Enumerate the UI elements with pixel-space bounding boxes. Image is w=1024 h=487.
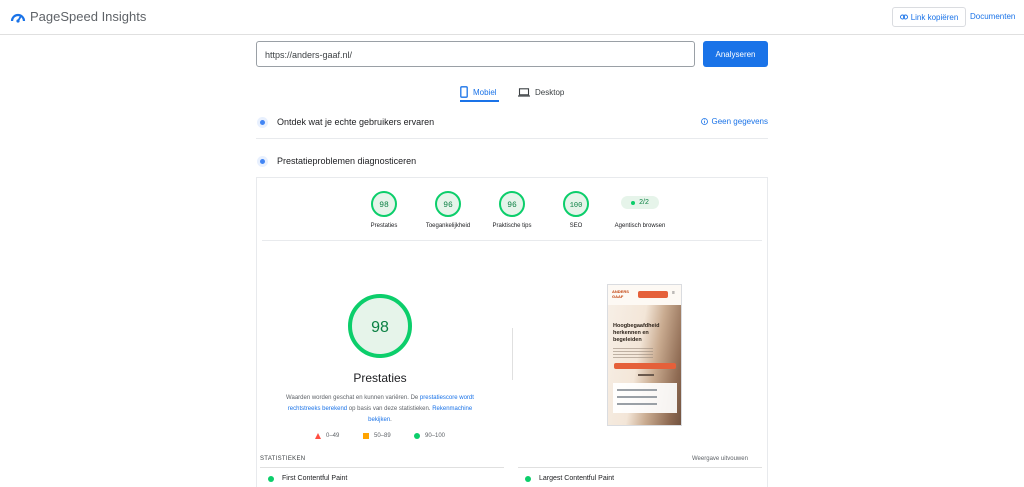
users-icon [257,116,268,128]
pagespeed-logo-icon [10,13,26,23]
desc-text: Waarden worden geschat en kunnen variëre… [286,395,420,401]
diagnose-icon [257,155,268,167]
pass-circle-icon [268,475,274,482]
metric-fcp: First Contentful Paint [268,475,347,482]
screenshot-text-lines [613,348,653,358]
score-ring: 96 [499,191,525,217]
category-label: Agentisch browsen [614,223,666,229]
card-line [617,396,657,398]
performance-title: Prestaties [353,371,407,385]
score-ring: 96 [435,191,461,217]
divider [262,240,762,241]
stats-heading: STATISTIEKEN [260,456,306,462]
metric-lcp: Largest Contentful Paint [525,475,614,482]
desc-text: op basis van deze statistieken. [347,406,433,412]
screenshot-link [638,374,654,376]
score-ring: 100 [563,191,589,217]
active-tab-indicator [460,100,499,102]
screenshot-button [614,363,676,369]
legend-pass: 90–100 [414,433,445,439]
site-cta-icon [638,291,668,298]
average-square-icon [363,433,369,439]
field-data-section: Ontdek wat je echte gebruikers ervaren G… [256,112,768,132]
copy-link-label: Link kopiëren [910,12,959,22]
metric-label: Largest Contentful Paint [539,475,615,482]
pass-circle-icon [414,433,420,439]
divider [518,467,762,468]
expand-view-button[interactable]: Weergave uitvouwen [692,456,748,462]
no-data-label: Geen gegevens [711,117,769,126]
laptop-icon [518,87,530,97]
score-ring: 98 [371,191,397,217]
lab-data-title: Prestatieproblemen diagnosticeren [277,156,417,166]
card-line [617,389,657,391]
screenshot-headline: Hoogbegaafdheid herkennen en begeleiden [613,323,660,343]
no-data-status: Geen gegevens [700,117,769,126]
performance-score: 98 [371,319,389,336]
url-input[interactable]: https://anders-gaaf.nl/ [256,41,695,67]
divider [260,467,504,468]
tab-desktop-label: Desktop [535,87,565,97]
legend-range: 90–100 [425,433,446,439]
tab-desktop[interactable]: Desktop [518,82,564,102]
agentic-score: 2/2 [639,199,649,206]
divider [256,138,768,139]
tab-mobile[interactable]: Mobiel [460,82,497,102]
performance-description: Waarden worden geschat en kunnen variëre… [278,393,482,426]
docs-link[interactable]: Documenten [970,12,1015,21]
page-screenshot: ANDERS GAAF ≡ Hoogbegaafdheid herkennen e… [607,284,682,426]
legend-average: 50–89 [363,433,391,439]
copy-link-button[interactable]: Link kopiëren [892,7,966,27]
desc-text: . [390,417,392,423]
legend-fail: 0–49 [315,433,339,439]
fail-triangle-icon [315,433,321,439]
info-icon [700,118,708,125]
score-value: 96 [507,201,517,210]
field-data-title: Ontdek wat je echte gebruikers ervaren [277,117,435,127]
top-bar: PageSpeed Insights Link kopiëren Documen… [0,0,1024,35]
pass-dot-icon [631,200,636,205]
legend-range: 50–89 [374,433,391,439]
pass-circle-icon [525,475,531,482]
score-value: 96 [443,201,453,210]
metric-label: First Contentful Paint [282,475,348,482]
analyze-button[interactable]: Analyseren [703,41,768,67]
phone-icon [460,86,468,98]
legend-range: 0–49 [326,433,340,439]
menu-icon: ≡ [672,290,675,296]
link-icon [899,14,908,20]
card-line [617,403,657,405]
score-value: 100 [570,202,583,210]
site-logo-icon: ANDERS GAAF [612,289,629,299]
divider [512,328,513,380]
lab-data-section: Prestatieproblemen diagnosticeren [256,151,768,171]
screenshot-card [613,383,677,413]
tab-mobile-label: Mobiel [473,87,497,97]
agentic-browsing-badge[interactable]: 2/2 [621,196,659,209]
performance-score-gauge: 98 [348,294,412,358]
score-value: 98 [379,201,389,210]
app-title: PageSpeed Insights [30,9,147,24]
